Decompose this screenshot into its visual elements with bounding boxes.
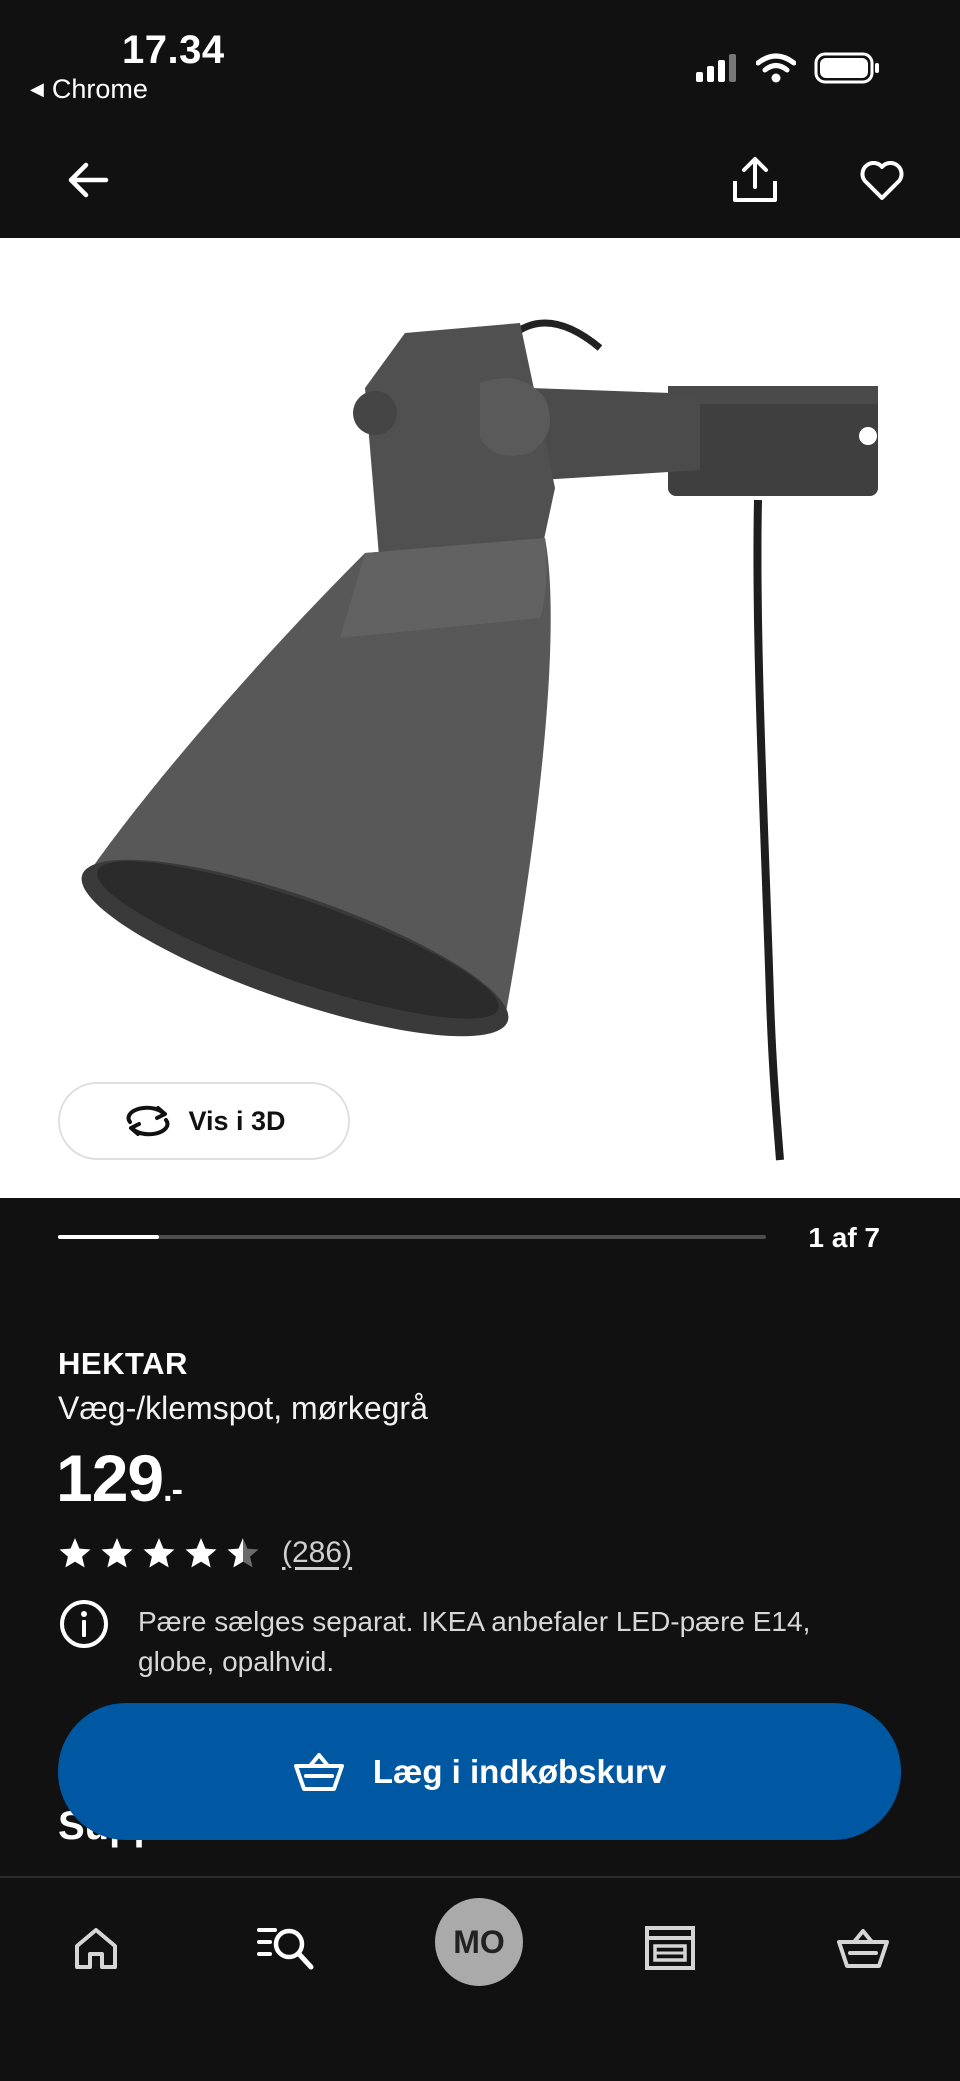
share-icon xyxy=(733,157,777,202)
arrow-left-icon xyxy=(68,162,109,198)
basket-icon xyxy=(837,1929,889,1968)
tab-profile-avatar[interactable]: MO xyxy=(435,1898,523,1986)
gallery-progress: 1 af 7 xyxy=(58,1222,908,1262)
star-icon xyxy=(101,1538,133,1568)
signal-icon xyxy=(696,54,736,82)
bulb-info-text: Pære sælges separat. IKEA anbefaler LED-… xyxy=(138,1606,811,1677)
basket-icon xyxy=(293,1752,344,1791)
status-icons xyxy=(696,52,880,84)
star-icon xyxy=(59,1538,91,1568)
wifi-icon xyxy=(756,53,796,83)
store-icon xyxy=(645,1926,695,1970)
tab-home[interactable] xyxy=(56,1908,136,1988)
rotate-3d-icon xyxy=(127,1105,170,1137)
rating-stars xyxy=(58,1537,260,1569)
add-to-cart-label: Læg i indkøbskurv xyxy=(372,1752,667,1790)
star-icon xyxy=(185,1538,217,1568)
product-image-gallery[interactable]: Vis i 3D xyxy=(0,238,960,1198)
favorite-button[interactable] xyxy=(852,150,912,210)
back-triangle-icon: ◀ xyxy=(30,79,44,99)
heart-icon xyxy=(860,161,904,200)
gallery-page-counter: 1 af 7 xyxy=(808,1222,880,1253)
bulb-info-note: Pære sælges separat. IKEA anbefaler LED-… xyxy=(58,1600,878,1682)
view-3d-label: Vis i 3D xyxy=(188,1105,286,1136)
back-button[interactable] xyxy=(58,150,118,210)
battery-icon xyxy=(814,52,879,84)
tab-search[interactable] xyxy=(246,1908,326,1988)
price-suffix: .- xyxy=(163,1471,183,1509)
back-to-app-link[interactable]: ◀ Chrome xyxy=(30,74,148,105)
back-app-label: Chrome xyxy=(51,74,148,104)
rating-row[interactable]: (286) xyxy=(58,1536,352,1570)
tab-store[interactable] xyxy=(630,1908,710,1988)
gallery-progress-track xyxy=(58,1235,766,1239)
top-nav-bar xyxy=(0,120,960,238)
star-icon xyxy=(227,1538,259,1568)
product-price: 129.- xyxy=(56,1440,183,1516)
tab-basket[interactable] xyxy=(823,1908,903,1988)
price-value: 129 xyxy=(56,1441,164,1515)
product-description: Væg-/klemspot, mørkegrå xyxy=(58,1390,428,1426)
star-icon xyxy=(143,1538,175,1568)
view-3d-button[interactable]: Vis i 3D xyxy=(58,1082,350,1160)
rating-count[interactable]: (286) xyxy=(282,1536,352,1570)
status-time: 17.34 xyxy=(122,28,225,72)
add-to-cart-button[interactable]: Læg i indkøbskurv xyxy=(58,1703,901,1840)
product-image xyxy=(81,319,878,1161)
product-name: HEKTAR xyxy=(58,1346,188,1381)
info-icon xyxy=(60,1600,108,1648)
status-bar: 17.34 ◀ Chrome xyxy=(0,0,960,120)
home-icon xyxy=(75,1928,117,1969)
search-icon xyxy=(257,1928,314,1970)
gallery-progress-fill xyxy=(58,1235,160,1239)
bottom-tab-bar: MO xyxy=(0,1876,960,2081)
share-button[interactable] xyxy=(725,150,785,210)
